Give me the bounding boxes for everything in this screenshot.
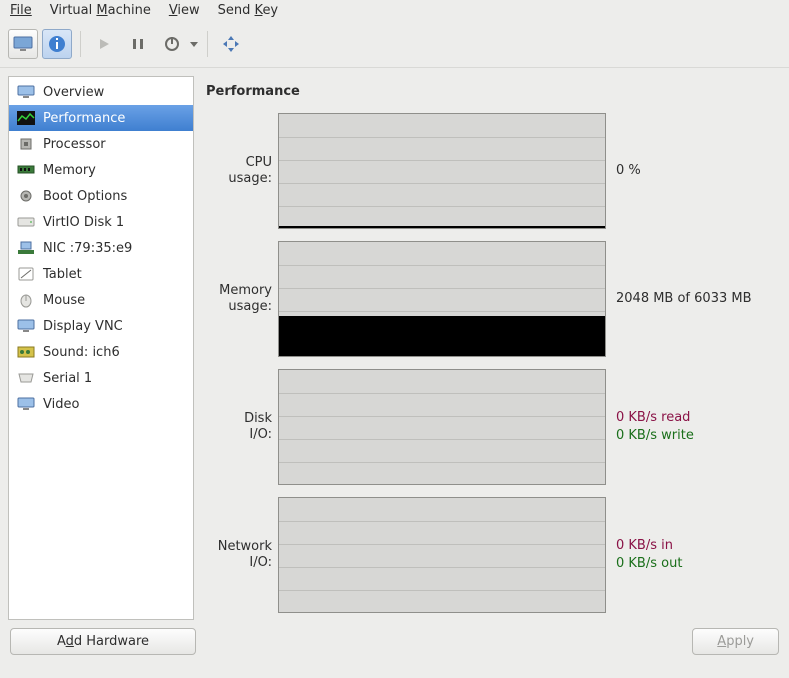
move-arrows-icon (222, 35, 240, 53)
tablet-icon (17, 266, 35, 282)
menu-virtual-machine[interactable]: Virtual Machine (50, 3, 151, 18)
sound-card-icon (17, 344, 35, 360)
metric-label: Network I/O: (206, 539, 278, 572)
apply-button[interactable]: Apply (692, 628, 779, 655)
sidebar-item-label: Memory (43, 163, 96, 178)
sidebar-item-label: Display VNC (43, 319, 123, 334)
sidebar-item-label: Mouse (43, 293, 85, 308)
toolbar (0, 23, 789, 68)
fullscreen-button[interactable] (216, 29, 246, 59)
footer: Add Hardware Apply (0, 628, 789, 663)
sidebar-item-label: VirtIO Disk 1 (43, 215, 124, 230)
sidebar-item-label: Overview (43, 85, 104, 100)
add-hardware-button[interactable]: Add Hardware (10, 628, 196, 655)
network-card-icon (17, 240, 35, 256)
toolbar-separator (207, 31, 208, 57)
power-icon (164, 36, 180, 52)
cpu-chip-icon (17, 136, 35, 152)
main-area: Overview Performance Processor Memory Bo… (0, 68, 789, 628)
disk-io-graph (278, 369, 606, 485)
sidebar-item-mouse[interactable]: Mouse (9, 287, 193, 313)
sidebar-item-label: Boot Options (43, 189, 127, 204)
sidebar-item-label: Serial 1 (43, 371, 92, 386)
pause-icon (131, 37, 145, 51)
metric-label: CPU usage: (206, 155, 278, 188)
menubar: File Virtual Machine View Send Key (0, 0, 789, 23)
performance-chart-icon (17, 110, 35, 126)
hardware-sidebar: Overview Performance Processor Memory Bo… (8, 76, 194, 620)
sidebar-item-video[interactable]: Video (9, 391, 193, 417)
sidebar-item-label: Tablet (43, 267, 82, 282)
sidebar-item-memory[interactable]: Memory (9, 157, 193, 183)
details-view-button[interactable] (42, 29, 72, 59)
cpu-usage-graph (278, 113, 606, 229)
performance-panel: Performance CPU usage: 0 % Memory usage: (202, 76, 781, 620)
sidebar-item-overview[interactable]: Overview (9, 79, 193, 105)
play-icon (97, 37, 111, 51)
video-display-icon (17, 396, 35, 412)
chevron-down-icon (189, 39, 199, 49)
sidebar-item-label: NIC :79:35:e9 (43, 241, 132, 256)
memory-usage-graph (278, 241, 606, 357)
metric-memory: Memory usage: 2048 MB of 6033 MB (206, 241, 771, 357)
sidebar-item-display[interactable]: Display VNC (9, 313, 193, 339)
menu-view[interactable]: View (169, 3, 200, 18)
monitor-icon (13, 36, 33, 52)
display-icon (17, 318, 35, 334)
sidebar-item-nic[interactable]: NIC :79:35:e9 (9, 235, 193, 261)
serial-port-icon (17, 370, 35, 386)
console-view-button[interactable] (8, 29, 38, 59)
metric-disk: Disk I/O: 0 KB/s read 0 KB/s write (206, 369, 771, 485)
sidebar-item-label: Sound: ich6 (43, 345, 120, 360)
sidebar-item-processor[interactable]: Processor (9, 131, 193, 157)
sidebar-item-disk[interactable]: VirtIO Disk 1 (9, 209, 193, 235)
disk-io-value: 0 KB/s read 0 KB/s write (606, 409, 694, 444)
gear-icon (17, 188, 35, 204)
power-menu[interactable] (157, 29, 199, 59)
menu-file[interactable]: File (10, 3, 32, 18)
sidebar-item-serial[interactable]: Serial 1 (9, 365, 193, 391)
hard-disk-icon (17, 214, 35, 230)
sidebar-item-tablet[interactable]: Tablet (9, 261, 193, 287)
sidebar-item-performance[interactable]: Performance (9, 105, 193, 131)
network-io-graph (278, 497, 606, 613)
info-icon (48, 35, 66, 53)
cpu-usage-value: 0 % (606, 162, 641, 180)
sidebar-item-sound[interactable]: Sound: ich6 (9, 339, 193, 365)
monitor-icon (17, 84, 35, 100)
panel-title: Performance (206, 84, 771, 99)
metric-label: Memory usage: (206, 283, 278, 316)
run-button[interactable] (89, 29, 119, 59)
mouse-icon (17, 292, 35, 308)
network-io-value: 0 KB/s in 0 KB/s out (606, 537, 682, 572)
sidebar-item-boot-options[interactable]: Boot Options (9, 183, 193, 209)
metric-network: Network I/O: 0 KB/s in 0 KB/s out (206, 497, 771, 613)
sidebar-container: Overview Performance Processor Memory Bo… (8, 76, 194, 620)
memory-icon (17, 162, 35, 178)
menu-send-key[interactable]: Send Key (218, 3, 278, 18)
metric-label: Disk I/O: (206, 411, 278, 444)
toolbar-separator (80, 31, 81, 57)
sidebar-item-label: Video (43, 397, 79, 412)
memory-usage-value: 2048 MB of 6033 MB (606, 290, 752, 308)
metric-cpu: CPU usage: 0 % (206, 113, 771, 229)
pause-button[interactable] (123, 29, 153, 59)
sidebar-item-label: Processor (43, 137, 106, 152)
sidebar-item-label: Performance (43, 111, 125, 126)
